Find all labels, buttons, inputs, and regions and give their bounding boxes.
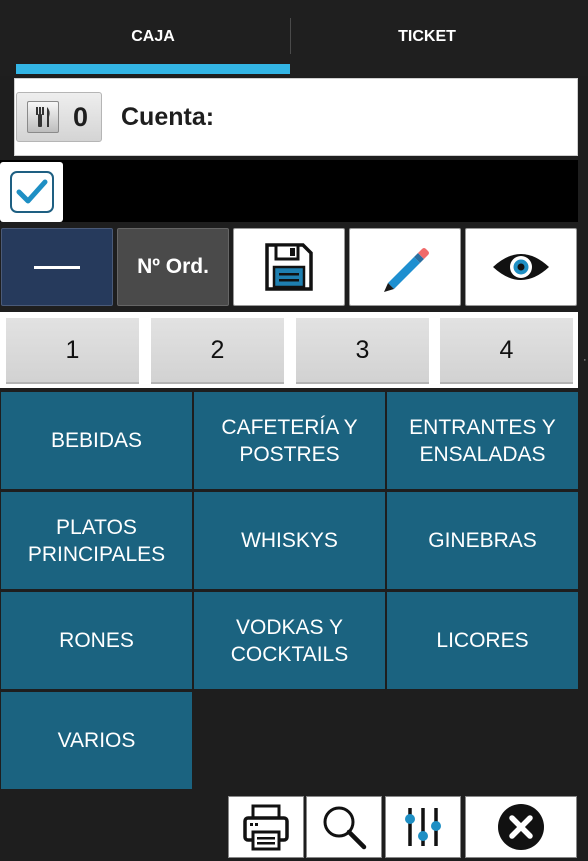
close-button[interactable] xyxy=(465,796,577,858)
table-number: 0 xyxy=(73,101,89,132)
number-tab-2[interactable]: 2 xyxy=(151,318,284,384)
search-icon xyxy=(323,806,367,850)
selection-row xyxy=(0,160,578,222)
category-vodkas-cocktails[interactable]: VODKAS Y COCKTAILS xyxy=(194,592,385,689)
number-tab-label: 4 xyxy=(499,335,514,364)
number-tab-4[interactable]: 4 xyxy=(440,318,573,384)
number-tab-label: 1 xyxy=(65,335,80,364)
checkmark-icon xyxy=(9,171,54,213)
settings-button[interactable] xyxy=(385,796,461,858)
number-tab-row: 1 2 3 4 xyxy=(0,312,578,388)
order-number-label: Nº Ord. xyxy=(137,255,209,278)
number-tab-1[interactable]: 1 xyxy=(6,318,139,384)
save-button[interactable] xyxy=(233,228,345,306)
category-cafeteria-postres[interactable]: CAFETERÍA Y POSTRES xyxy=(194,392,385,489)
account-label: Cuenta: xyxy=(121,103,215,131)
category-licores[interactable]: LICORES xyxy=(387,592,578,689)
tab-ticket-label: TICKET xyxy=(398,28,456,45)
category-rones[interactable]: RONES xyxy=(1,592,192,689)
search-button[interactable] xyxy=(306,796,382,858)
tab-bar: CAJA TICKET xyxy=(0,0,588,76)
close-icon xyxy=(498,804,544,850)
category-ginebras[interactable]: GINEBRAS xyxy=(387,492,578,589)
number-tab-3[interactable]: 3 xyxy=(296,318,429,384)
account-bar: 0 Cuenta: xyxy=(14,78,578,156)
number-tab-label: 3 xyxy=(355,335,370,364)
printer-icon xyxy=(243,804,289,851)
edit-button[interactable] xyxy=(349,228,461,306)
floppy-disk-icon xyxy=(265,243,313,291)
category-platos-principales[interactable]: PLATOS PRINCIPALES xyxy=(1,492,192,589)
tab-ticket[interactable]: TICKET xyxy=(292,0,562,76)
tab-divider xyxy=(290,18,291,54)
tab-caja-label: CAJA xyxy=(131,28,175,45)
sliders-icon xyxy=(405,808,441,846)
active-tab-indicator xyxy=(16,64,290,74)
overflow-indicator: · xyxy=(583,354,587,366)
number-tab-label: 2 xyxy=(210,335,225,364)
pencil-icon xyxy=(384,248,429,292)
category-entrantes-ensaladas[interactable]: ENTRANTES Y ENSALADAS xyxy=(387,392,578,489)
eye-icon xyxy=(493,254,549,280)
fork-knife-icon xyxy=(27,101,59,133)
order-number-button[interactable]: Nº Ord. xyxy=(117,228,229,306)
minus-button[interactable] xyxy=(1,228,113,306)
pos-screen: CAJA TICKET 0 Cuenta: Nº Ord. 1 2 3 4 · … xyxy=(0,0,588,861)
category-bebidas[interactable]: BEBIDAS xyxy=(1,392,192,489)
view-button[interactable] xyxy=(465,228,577,306)
table-button[interactable]: 0 xyxy=(16,92,102,142)
category-whiskys[interactable]: WHISKYS xyxy=(194,492,385,589)
print-button[interactable] xyxy=(228,796,304,858)
minus-icon xyxy=(34,265,80,269)
select-checkbox[interactable] xyxy=(0,162,63,222)
category-varios[interactable]: VARIOS xyxy=(1,692,192,789)
